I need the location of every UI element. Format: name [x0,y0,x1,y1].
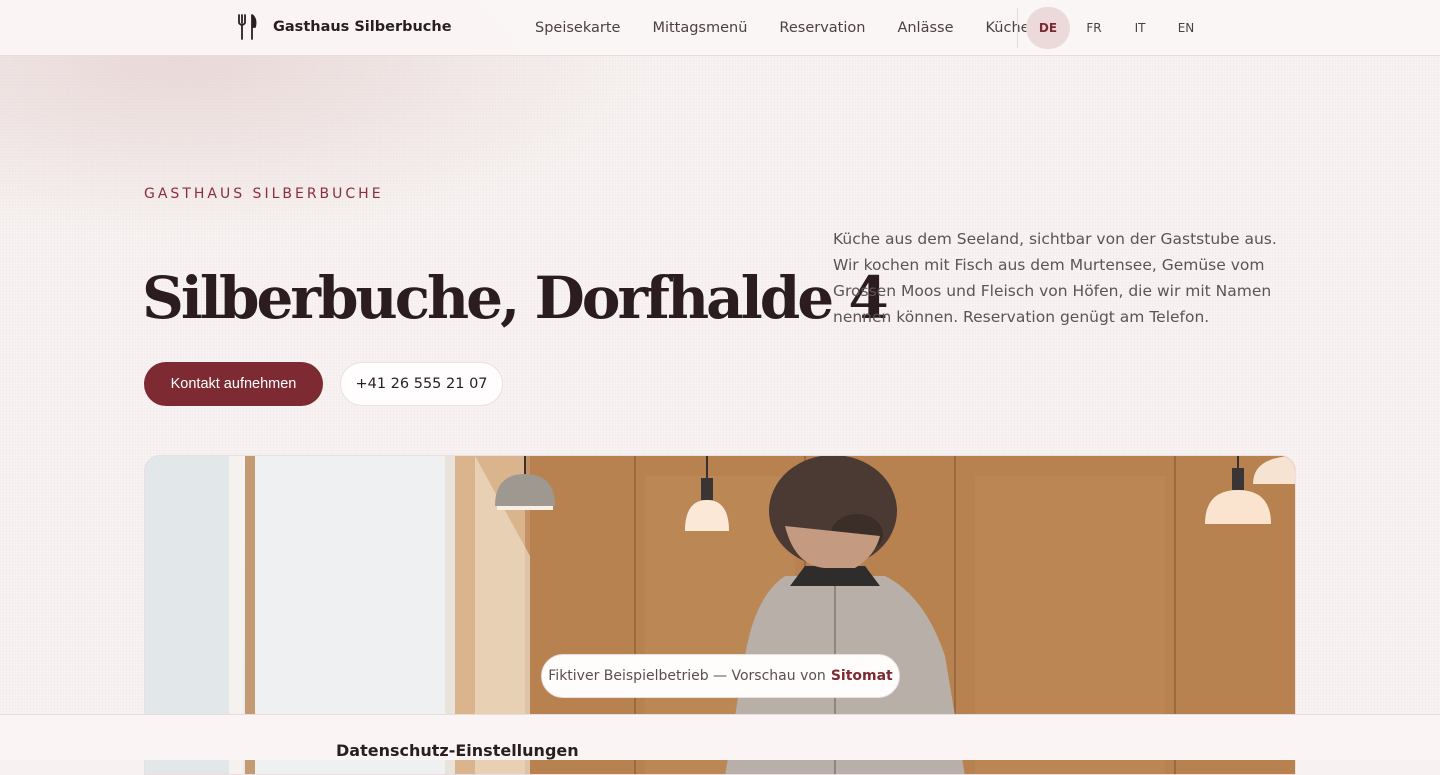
hero-headline: Silberbuche, Dorfhalde 4 [142,264,889,332]
nav-link-reservation[interactable]: Reservation [779,20,865,36]
language-fr[interactable]: FR [1072,7,1116,49]
language-it[interactable]: IT [1118,7,1162,49]
brand-logo[interactable]: Gasthaus Silberbuche [236,12,452,42]
hero-intro: Küche aus dem Seeland, sichtbar von der … [833,230,1277,326]
contact-button[interactable]: Kontakt aufnehmen [144,362,323,406]
nav-divider [1017,8,1018,48]
brand-name: Gasthaus Silberbuche [273,19,452,35]
privacy-settings-title[interactable]: Datenschutz-Einstellungen [336,741,579,760]
privacy-consent-bar: Datenschutz-Einstellungen [0,714,1440,760]
nav-link-mittagsmenue[interactable]: Mittagsmenü [652,20,747,36]
phone-button[interactable]: +41 26 555 21 07 [340,362,503,406]
preview-badge: Fiktiver Beispielbetrieb — Vorschau von … [541,654,900,698]
sitomat-link[interactable]: Sitomat [831,668,893,684]
hero-eyebrow: GASTHAUS SILBERBUCHE [144,186,384,202]
nav-link-speisekarte[interactable]: Speisekarte [535,20,620,36]
nav-link-kueche[interactable]: Küche [986,20,1030,36]
top-navigation: Gasthaus Silberbuche Speisekarte Mittags… [0,0,1440,56]
language-en[interactable]: EN [1164,7,1208,49]
fork-knife-icon [238,14,257,40]
nav-link-anlaesse[interactable]: Anlässe [897,20,953,36]
language-de[interactable]: DE [1026,7,1070,49]
main-menu: Speisekarte Mittagsmenü Reservation Anlä… [535,0,1062,56]
badge-text: Fiktiver Beispielbetrieb — Vorschau von [548,668,826,684]
